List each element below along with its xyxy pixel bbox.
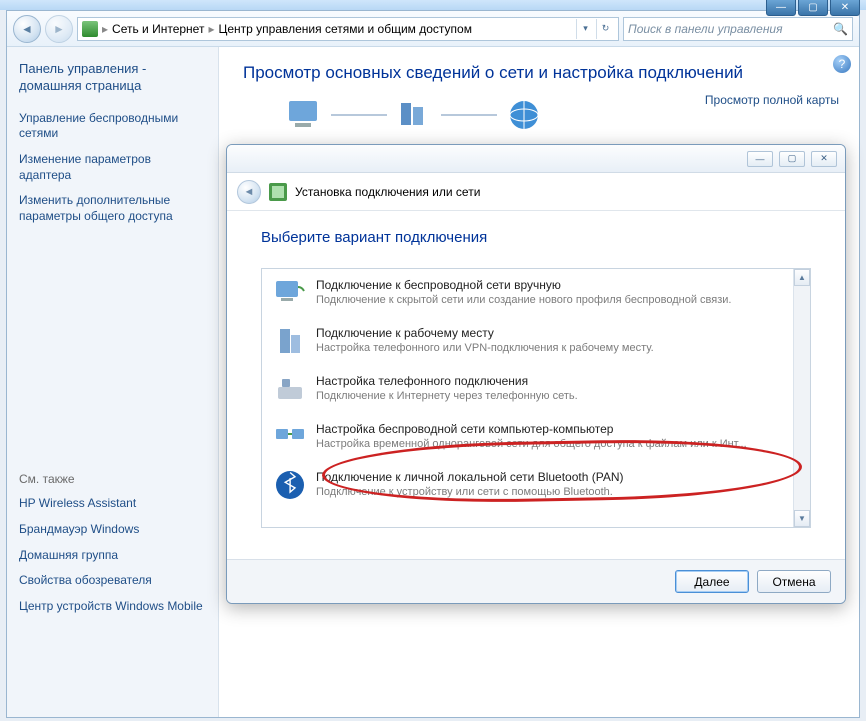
scroll-up[interactable]: ▲ bbox=[794, 269, 810, 286]
window-minimize[interactable]: — bbox=[766, 0, 796, 16]
also-homegroup[interactable]: Домашняя группа bbox=[19, 548, 206, 564]
internet-icon bbox=[503, 97, 545, 133]
option-title: Подключение к личной локальной сети Blue… bbox=[316, 469, 624, 485]
window-close[interactable]: ✕ bbox=[830, 0, 860, 16]
toolbar: ◄ ► ▸ Сеть и Интернет ▸ Центр управления… bbox=[7, 11, 859, 47]
nav-back[interactable]: ◄ bbox=[13, 15, 41, 43]
breadcrumb-1[interactable]: Сеть и Интернет bbox=[112, 22, 204, 36]
cancel-button[interactable]: Отмена bbox=[757, 570, 831, 593]
nav-forward[interactable]: ► bbox=[45, 15, 73, 43]
scroll-down[interactable]: ▼ bbox=[794, 510, 810, 527]
wizard-prompt: Выберите вариант подключения bbox=[261, 229, 811, 246]
option-bluetooth[interactable]: Подключение к личной локальной сети Blue… bbox=[262, 461, 810, 509]
wizard-header-text: Установка подключения или сети bbox=[295, 185, 480, 199]
building-icon bbox=[274, 325, 306, 357]
option-manual-wireless[interactable]: Подключение к беспроводной сети вручную … bbox=[262, 269, 810, 317]
refresh-icon[interactable]: ↻ bbox=[596, 19, 614, 39]
adhoc-icon bbox=[274, 421, 306, 453]
wizard-minimize[interactable]: — bbox=[747, 151, 773, 167]
window-maximize[interactable]: ▢ bbox=[798, 0, 828, 16]
sidebar-home[interactable]: Панель управления - домашняя страница bbox=[19, 61, 206, 95]
search-icon: 🔍 bbox=[833, 22, 848, 36]
option-adhoc[interactable]: Настройка беспроводной сети компьютер-ко… bbox=[262, 413, 810, 461]
monitor-wifi-icon bbox=[274, 277, 306, 309]
option-workplace[interactable]: Подключение к рабочему месту Настройка т… bbox=[262, 317, 810, 365]
also-firewall[interactable]: Брандмауэр Windows bbox=[19, 522, 206, 538]
search-input[interactable]: Поиск в панели управления 🔍 bbox=[623, 17, 853, 41]
option-title: Настройка телефонного подключения bbox=[316, 373, 578, 389]
option-sub: Подключение к Интернету через телефонную… bbox=[316, 389, 578, 404]
option-dialup[interactable]: Настройка телефонного подключения Подклю… bbox=[262, 365, 810, 413]
sidebar-link-adapter[interactable]: Изменение параметров адаптера bbox=[19, 152, 206, 183]
network-icon bbox=[393, 97, 435, 133]
network-setup-icon bbox=[269, 183, 287, 201]
option-sub: Настройка временной одноранговой сети дл… bbox=[316, 437, 747, 452]
also-ie[interactable]: Свойства обозревателя bbox=[19, 573, 206, 589]
chevron-right-icon: ▸ bbox=[102, 22, 108, 36]
option-title: Подключение к беспроводной сети вручную bbox=[316, 277, 731, 293]
see-also-heading: См. также bbox=[19, 472, 206, 486]
scrollbar[interactable]: ▲ ▼ bbox=[793, 269, 810, 527]
wizard-close[interactable]: ✕ bbox=[811, 151, 837, 167]
page-title: Просмотр основных сведений о сети и наст… bbox=[243, 63, 835, 83]
next-button[interactable]: Далее bbox=[675, 570, 749, 593]
bluetooth-icon bbox=[274, 469, 306, 501]
search-placeholder: Поиск в панели управления bbox=[628, 22, 783, 36]
also-hp[interactable]: HP Wireless Assistant bbox=[19, 496, 206, 512]
chevron-right-icon: ▸ bbox=[208, 22, 214, 36]
wizard-back[interactable]: ◄ bbox=[237, 180, 261, 204]
wizard-dialog: — ▢ ✕ ◄ Установка подключения или сети В… bbox=[226, 144, 846, 604]
network-center-icon bbox=[82, 21, 98, 37]
breadcrumb-2[interactable]: Центр управления сетями и общим доступом bbox=[218, 22, 472, 36]
also-wmdc[interactable]: Центр устройств Windows Mobile bbox=[19, 599, 206, 615]
option-sub: Настройка телефонного или VPN-подключени… bbox=[316, 341, 654, 356]
addr-dropdown[interactable]: ▾ bbox=[576, 19, 594, 39]
view-full-map-link[interactable]: Просмотр полной карты bbox=[705, 93, 839, 107]
option-sub: Подключение к скрытой сети или создание … bbox=[316, 293, 731, 308]
option-list: Подключение к беспроводной сети вручную … bbox=[261, 268, 811, 528]
address-bar[interactable]: ▸ Сеть и Интернет ▸ Центр управления сет… bbox=[77, 17, 619, 41]
phone-modem-icon bbox=[274, 373, 306, 405]
computer-icon bbox=[283, 97, 325, 133]
option-sub: Подключение к устройству или сети с помо… bbox=[316, 485, 624, 500]
sidebar-link-wireless[interactable]: Управление беспроводными сетями bbox=[19, 111, 206, 142]
option-title: Настройка беспроводной сети компьютер-ко… bbox=[316, 421, 747, 437]
help-icon[interactable]: ? bbox=[833, 55, 851, 73]
sidebar: Панель управления - домашняя страница Уп… bbox=[7, 47, 219, 717]
wizard-maximize[interactable]: ▢ bbox=[779, 151, 805, 167]
option-title: Подключение к рабочему месту bbox=[316, 325, 654, 341]
sidebar-link-sharing[interactable]: Изменить дополнительные параметры общего… bbox=[19, 193, 206, 224]
